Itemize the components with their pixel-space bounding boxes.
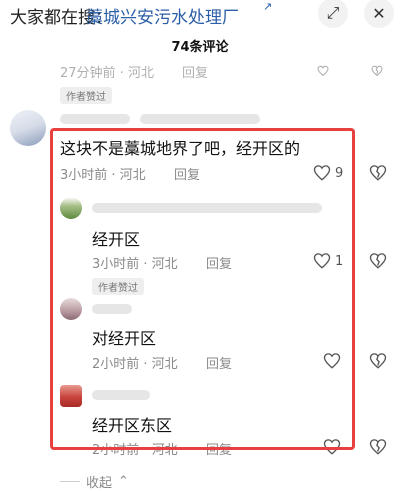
broken-heart-icon — [369, 353, 387, 369]
external-arrow-icon: ↗ — [263, 0, 273, 13]
username-redacted[interactable] — [60, 114, 130, 124]
prev-comment-time: 27分钟前 · 河北 — [60, 66, 154, 81]
broken-heart-icon — [369, 439, 387, 455]
avatar[interactable] — [10, 110, 46, 146]
expand-icon: ⤢ — [326, 3, 340, 22]
author-liked-badge: 作者赞过 — [60, 87, 112, 104]
broken-heart-icon — [369, 253, 387, 269]
expand-button[interactable]: ⤢ — [318, 0, 348, 28]
highlight-box — [50, 128, 355, 450]
prev-like-button[interactable] — [314, 62, 332, 81]
username-redacted — [140, 114, 260, 124]
prev-comment-reply[interactable]: 回复 — [182, 62, 208, 81]
chevron-up-icon: ⌃ — [118, 474, 129, 489]
broken-heart-icon — [369, 165, 387, 181]
prev-dislike-button[interactable] — [368, 62, 386, 81]
comment-count-title: 74条评论 — [171, 40, 229, 55]
reply-dislike-button[interactable] — [368, 252, 388, 270]
collapse-replies-button[interactable]: 收起 ⌃ — [60, 472, 129, 491]
collapse-label: 收起 — [86, 476, 113, 491]
main-dislike-button[interactable] — [368, 164, 388, 182]
search-keyword-link[interactable]: 藁城兴安污水处理厂 — [86, 3, 239, 28]
close-button[interactable]: ✕ — [364, 0, 394, 28]
divider — [60, 481, 80, 482]
reply-dislike-button[interactable] — [368, 352, 388, 370]
close-icon: ✕ — [372, 3, 386, 23]
reply-dislike-button[interactable] — [368, 438, 388, 456]
